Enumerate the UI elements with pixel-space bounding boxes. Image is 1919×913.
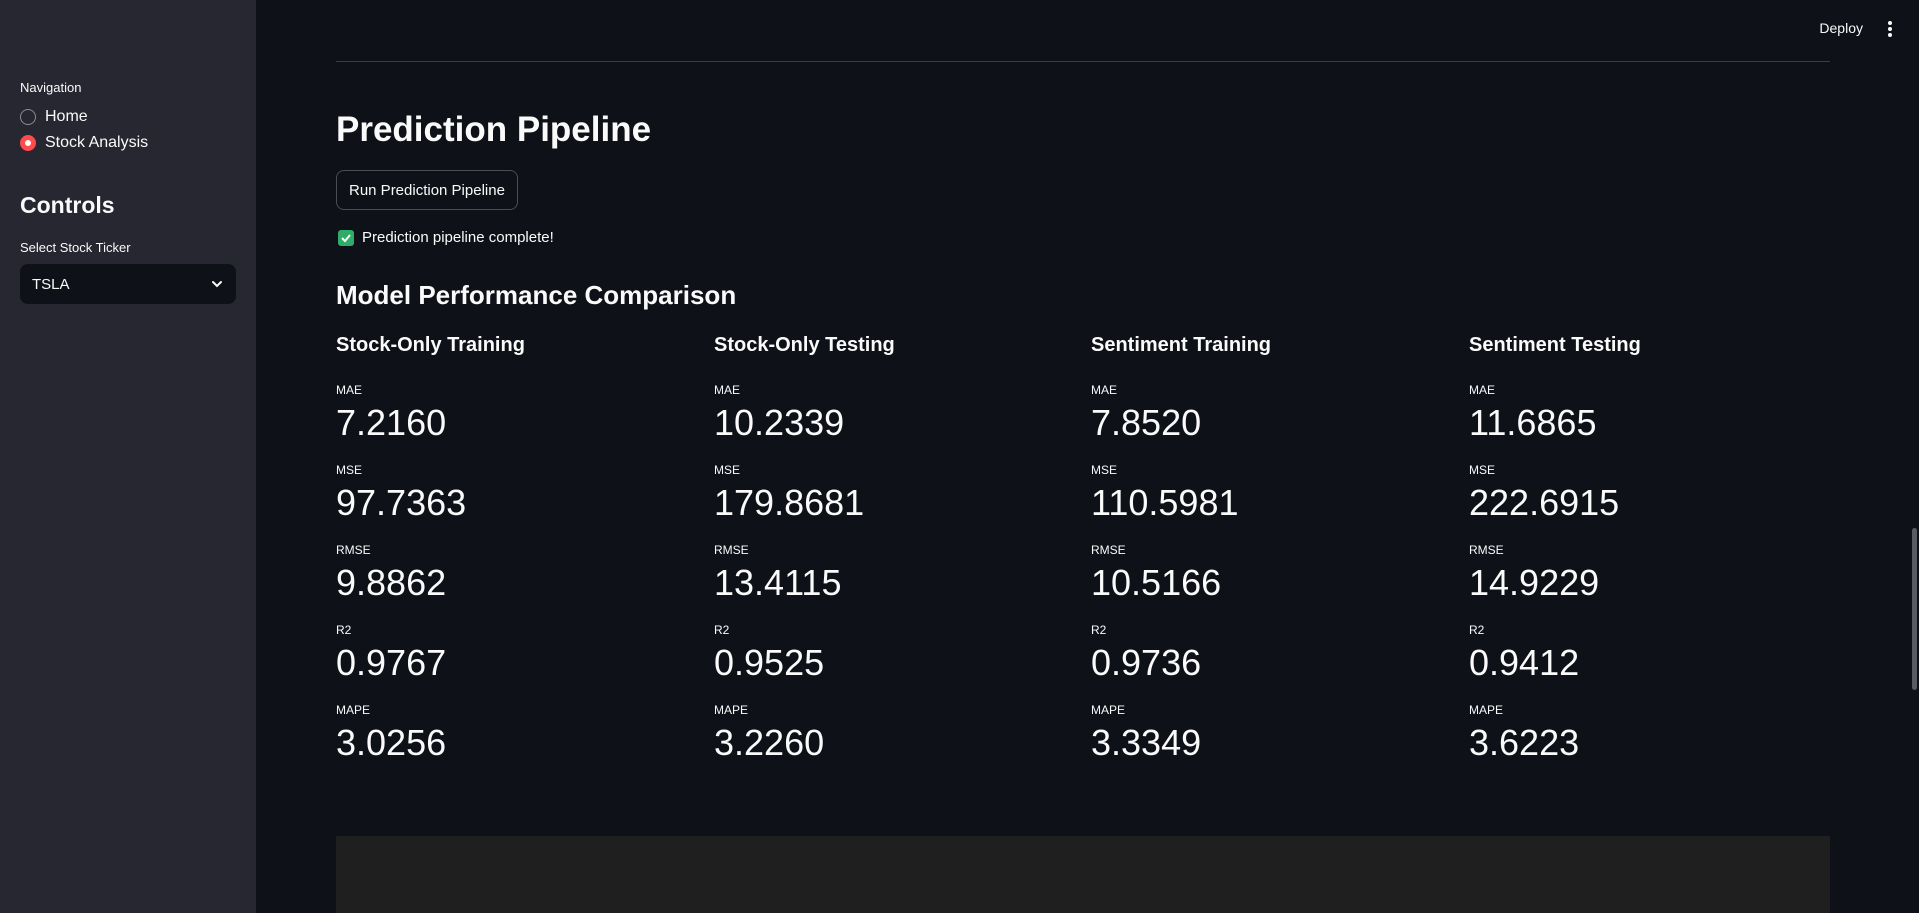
metric-value: 110.5981 xyxy=(1091,482,1239,523)
metric-value: 97.7363 xyxy=(336,482,467,523)
metric-value: 9.8862 xyxy=(336,562,447,603)
radio-checked-icon[interactable] xyxy=(20,135,36,151)
metric-value: 10.5166 xyxy=(1091,562,1222,603)
deploy-button[interactable]: Deploy xyxy=(1819,20,1863,36)
metrics-column: Sentiment Testing MAE 11.6865 MSE 222.69… xyxy=(1469,334,1829,764)
metric-value: 7.2160 xyxy=(336,402,447,443)
metric-value: 0.9736 xyxy=(1091,642,1202,683)
metrics-column: Stock-Only Training MAE 7.2160 MSE 97.73… xyxy=(336,334,696,764)
column-title: Sentiment Testing xyxy=(1469,334,1641,356)
metric-value: 7.8520 xyxy=(1091,402,1202,443)
select-value: TSLA xyxy=(32,275,70,293)
chevron-down-icon xyxy=(212,281,222,288)
metric-label: MAE xyxy=(1091,383,1118,397)
stock-ticker-select[interactable]: TSLA xyxy=(20,264,236,304)
metrics-column: Stock-Only Testing MAE 10.2339 MSE 179.8… xyxy=(714,334,1074,764)
success-message: Prediction pipeline complete! xyxy=(362,229,554,246)
metric-value: 14.9229 xyxy=(1469,562,1600,603)
metric-value: 222.6915 xyxy=(1469,482,1620,523)
metric-label: RMSE xyxy=(714,543,749,557)
nav-item-label: Stock Analysis xyxy=(45,134,149,151)
metric-label: MAE xyxy=(336,383,363,397)
check-icon xyxy=(338,229,354,246)
metric-value: 0.9767 xyxy=(336,642,447,683)
section-title: Model Performance Comparison xyxy=(336,280,737,310)
metric-label: MAPE xyxy=(714,703,749,717)
chart-placeholder xyxy=(336,836,1830,913)
metric-value: 0.9525 xyxy=(714,642,825,683)
metric-label: RMSE xyxy=(1469,543,1504,557)
metrics-column: Sentiment Training MAE 7.8520 MSE 110.59… xyxy=(1091,334,1451,764)
metric-value: 3.0256 xyxy=(336,722,447,763)
metric-value: 3.6223 xyxy=(1469,722,1580,763)
column-title: Stock-Only Testing xyxy=(714,334,895,356)
metric-label: R2 xyxy=(336,623,352,637)
metric-label: MAPE xyxy=(336,703,371,717)
run-prediction-pipeline-button[interactable]: Run Prediction Pipeline xyxy=(336,170,518,210)
metric-value: 11.6865 xyxy=(1469,402,1597,443)
metric-label: RMSE xyxy=(1091,543,1126,557)
metric-label: MAPE xyxy=(1469,703,1504,717)
controls-title: Controls xyxy=(20,192,115,218)
column-title: Sentiment Training xyxy=(1091,334,1272,356)
metric-label: R2 xyxy=(714,623,730,637)
metric-label: MSE xyxy=(336,463,363,477)
select-stock-label: Select Stock Ticker xyxy=(20,240,131,255)
nav-item-label: Home xyxy=(45,108,88,125)
page-title: Prediction Pipeline xyxy=(336,110,652,149)
metric-label: MSE xyxy=(714,463,741,477)
metric-value: 0.9412 xyxy=(1469,642,1580,683)
metric-label: RMSE xyxy=(336,543,371,557)
nav-radio-home[interactable]: Home xyxy=(20,108,88,126)
navigation-label: Navigation xyxy=(20,80,82,95)
vertical-scrollbar[interactable] xyxy=(1912,528,1917,690)
metric-value: 10.2339 xyxy=(714,402,845,443)
metric-label: MSE xyxy=(1091,463,1118,477)
more-menu-icon[interactable] xyxy=(1887,21,1893,37)
metric-value: 179.8681 xyxy=(714,482,865,523)
column-title: Stock-Only Training xyxy=(336,334,525,356)
metric-value: 3.3349 xyxy=(1091,722,1202,763)
metric-value: 3.2260 xyxy=(714,722,825,763)
radio-unchecked-icon[interactable] xyxy=(20,109,36,125)
nav-radio-stock-analysis[interactable]: Stock Analysis xyxy=(20,134,148,152)
divider xyxy=(336,61,1830,62)
metric-value: 13.4115 xyxy=(714,562,842,603)
metric-label: R2 xyxy=(1469,623,1485,637)
metric-label: MAE xyxy=(1469,383,1496,397)
success-alert: Prediction pipeline complete! xyxy=(338,229,554,246)
metric-label: MAE xyxy=(714,383,741,397)
metric-label: MAPE xyxy=(1091,703,1126,717)
metric-label: MSE xyxy=(1469,463,1496,477)
top-toolbar: Deploy xyxy=(1719,0,1919,58)
metric-label: R2 xyxy=(1091,623,1107,637)
sidebar: Navigation Home Stock Analysis Controls … xyxy=(0,0,256,913)
